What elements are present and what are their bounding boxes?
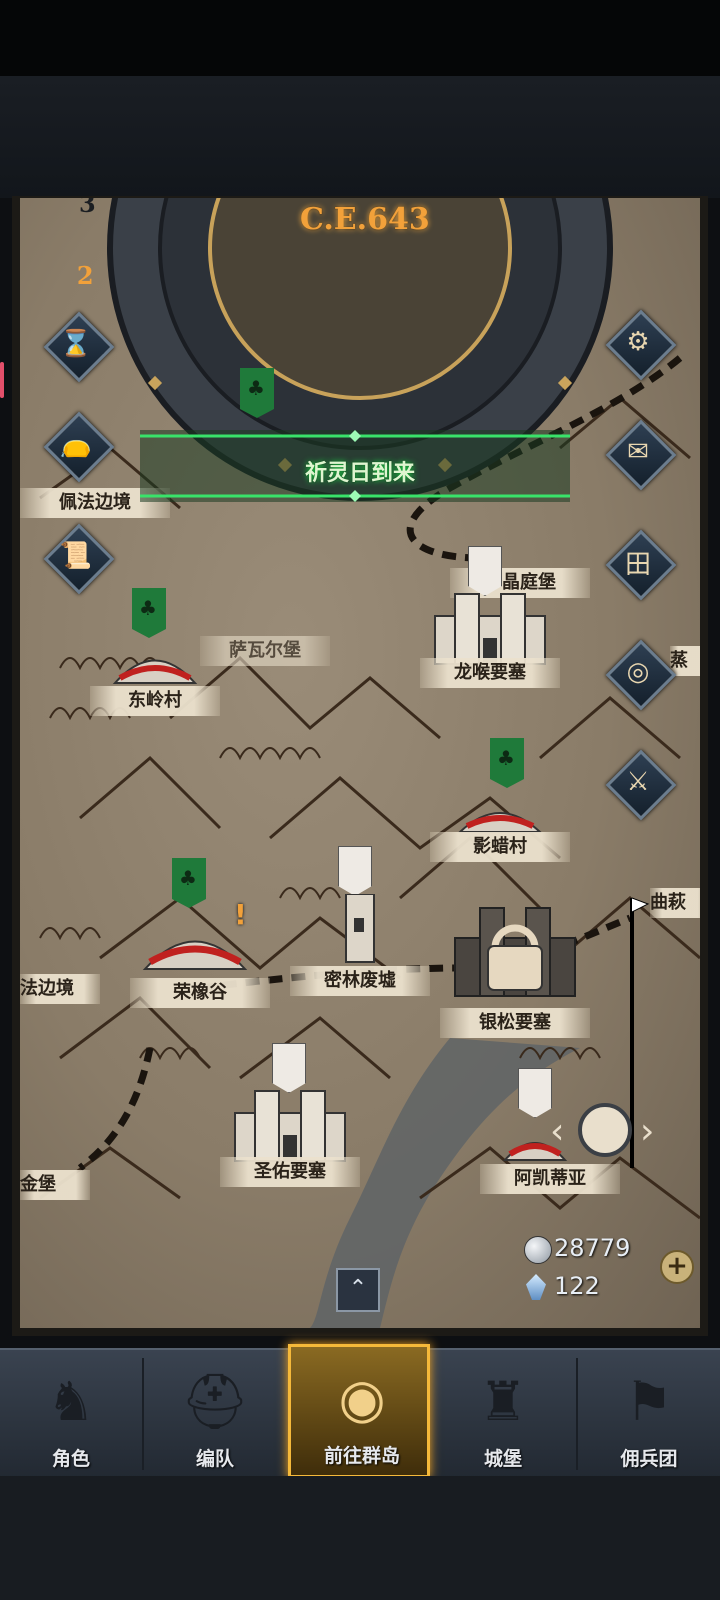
gear-icon: ⚙ (626, 327, 650, 357)
location-label: 银松要塞 (440, 1008, 590, 1038)
status-bar-area (0, 0, 720, 76)
location-label: 密林废墟 (290, 966, 430, 996)
month-2[interactable]: 2 (73, 261, 97, 290)
fortress-icon (434, 593, 546, 665)
crystal-icon (526, 1274, 546, 1300)
chevron-left-icon[interactable]: ‹ (550, 1111, 564, 1152)
board-icon: 田 (624, 549, 651, 580)
locked-fortress-icon (454, 907, 576, 997)
add-currency-button[interactable]: + (660, 1250, 694, 1284)
nav-label: 佣兵团 (620, 1448, 678, 1470)
hourglass-icon: ⌛ (59, 329, 93, 359)
month-3[interactable]: 3 (75, 198, 99, 218)
board-button[interactable]: 田 (605, 529, 677, 601)
nav-castle[interactable]: ♜ 城堡 (432, 1350, 574, 1478)
location-shengyou[interactable]: 圣佑要塞 (220, 1043, 360, 1193)
location-zheng[interactable]: 蒸 (670, 646, 700, 676)
location-label: 蒸 (670, 646, 700, 676)
nav-islands[interactable]: ◉ 前往群岛 (288, 1344, 430, 1478)
compass-icon[interactable] (578, 1103, 632, 1157)
mercenary-icon: ⚑ (624, 1370, 674, 1433)
scroll-icon: 📜 (59, 541, 93, 571)
top-dark-band (0, 76, 720, 198)
location-dongling[interactable]: ♣ 东岭村 (90, 588, 220, 718)
mail-icon: ✉ (627, 437, 649, 467)
bottom-nav: ♞ 角色 ⛑ 编队 ◉ 前往群岛 ♜ 城堡 ⚑ 佣兵团 (0, 1344, 720, 1478)
location-label: 东岭村 (90, 686, 220, 716)
location-qu[interactable]: 曲萩 (650, 888, 700, 928)
village-icon (457, 812, 543, 833)
helmet-icon: ⛑ (180, 1370, 250, 1433)
silver-amount: 28779 (554, 1234, 631, 1262)
tower-icon (345, 894, 375, 963)
equipment-button[interactable]: ⚔ (605, 749, 677, 821)
edge-indicator (0, 362, 4, 398)
nav-mercenary[interactable]: ⚑ 佣兵团 (578, 1350, 720, 1478)
castle-icon: ♜ (478, 1370, 528, 1433)
location-label: 阿凯蒂亚 (480, 1164, 620, 1194)
scroll-button[interactable]: 📜 (43, 523, 115, 595)
green-banner: ♣ (172, 858, 206, 908)
location-jinbao[interactable]: 金堡 (20, 1170, 90, 1200)
bag-icon: 👝 (59, 429, 93, 459)
location-milin[interactable]: 密林废墟 (290, 846, 430, 996)
bottom-band (0, 1476, 720, 1600)
nav-label: 城堡 (483, 1448, 522, 1470)
coin-button[interactable]: ◎ (605, 639, 677, 711)
hourglass-button[interactable]: ⌛ (43, 311, 115, 383)
year-display: C.E.643 (300, 202, 430, 237)
location-label: 影蜡村 (430, 832, 570, 862)
location-label: 龙喉要塞 (420, 658, 560, 688)
chevron-right-icon[interactable]: › (640, 1111, 654, 1152)
crystal-amount: 122 (554, 1272, 600, 1300)
knight-icon: ♞ (46, 1370, 96, 1433)
white-banner (338, 846, 372, 896)
location-yingla[interactable]: ♣ 影蜡村 (430, 738, 570, 868)
location-west-border[interactable]: 法边境 (20, 974, 100, 1004)
green-banner: ♣ (132, 588, 166, 638)
location-label: 曲萩 (650, 888, 700, 918)
world-map[interactable]: 123456789101112 砂晶庭堡 ♣ 萨瓦尔堡 佩法边境 ♣ 东岭村 龙… (20, 198, 700, 1328)
nav-label: 角色 (51, 1448, 90, 1470)
white-banner (518, 1068, 552, 1118)
location-rongxiang[interactable]: ♣ ! 荣橡谷 (130, 858, 270, 1008)
coin-icon: ◎ (626, 657, 650, 687)
bag-button[interactable]: 👝 (43, 411, 115, 483)
village-icon (112, 659, 198, 684)
map-pan-control[interactable]: ‹ › (550, 1103, 660, 1163)
nav-label: 前往群岛 (323, 1445, 400, 1467)
village-icon (142, 940, 248, 970)
mail-button[interactable]: ✉ (605, 419, 677, 491)
location-yinsong[interactable]: 银松要塞 (440, 898, 590, 1048)
green-banner: ♣ (490, 738, 524, 788)
fortress-icon (234, 1090, 346, 1162)
scroll-to-top-button[interactable]: ⌃ (336, 1268, 380, 1312)
settings-button[interactable]: ⚙ (605, 309, 677, 381)
silver-coin-icon (524, 1236, 552, 1264)
location-label: 法边境 (20, 974, 100, 1004)
location-label: 圣佑要塞 (220, 1157, 360, 1187)
location-label: 荣橡谷 (130, 978, 270, 1008)
islands-icon: ◉ (338, 1367, 386, 1430)
nav-formation[interactable]: ⛑ 编队 (144, 1350, 286, 1478)
location-longhou[interactable]: 龙喉要塞 (420, 546, 560, 696)
green-banner: ♣ (240, 368, 274, 418)
location-label: 金堡 (20, 1170, 90, 1200)
nav-label: 编队 (195, 1448, 234, 1470)
nav-character[interactable]: ♞ 角色 (0, 1350, 142, 1478)
helmet-sword-icon: ⚔ (626, 767, 650, 797)
